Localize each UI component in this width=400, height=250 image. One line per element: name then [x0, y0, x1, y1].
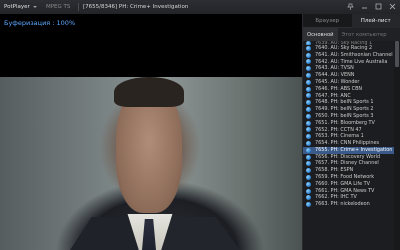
channel-globe-icon	[306, 107, 311, 113]
tab-playlist[interactable]: Плей-лист	[351, 14, 400, 28]
channel-globe-icon	[306, 147, 311, 153]
channel-globe-icon	[306, 175, 311, 181]
playlist-item-label: 7650. PH: beIN Sports 3	[315, 112, 374, 119]
channel-globe-icon	[306, 168, 311, 174]
playlist-item-label: 7662. PH: IHC TV	[315, 194, 357, 201]
playlist-item-label: 7646. PH: ABS CBN	[315, 85, 363, 92]
subtab-this-computer[interactable]: Этот компьютер	[338, 28, 391, 41]
playlist-item[interactable]: 7644. AU: VENN	[303, 72, 395, 79]
playlist-item[interactable]: 7645. AU: Wonder	[303, 79, 395, 86]
close-icon[interactable]	[388, 2, 397, 11]
channel-globe-icon	[306, 45, 311, 51]
app-name: PotPlayer	[4, 4, 30, 10]
channel-globe-icon	[306, 202, 311, 208]
playlist-item-label: 7657. PH: Disney Channel	[315, 160, 379, 167]
playlist-item-label: 7642. AU: Time Live Australia	[315, 58, 388, 65]
panel-tabs: Браузер Плей-лист	[303, 14, 400, 28]
playlist-item[interactable]: 7660. PH: GMA Life TV	[303, 181, 395, 188]
stream-format: MPEG TS	[46, 4, 71, 10]
pin-icon[interactable]	[346, 2, 355, 11]
playlist-item-label: 7659. PH: Food Network	[315, 174, 375, 181]
channel-globe-icon	[306, 141, 311, 147]
video-content	[158, 217, 240, 250]
channel-globe-icon	[306, 86, 311, 92]
playlist-item[interactable]: 7640. AU: Sky Racing 2	[303, 45, 395, 52]
playlist-item-label: 7648. PH: beIN Sports 1	[315, 99, 374, 106]
channel-globe-icon	[306, 188, 311, 194]
video-area[interactable]: Буферизация : 100%	[0, 14, 302, 250]
title-bar: PotPlayer MPEG TS [7655/8346] PH: Crime+…	[0, 0, 400, 14]
buffering-status: Буферизация : 100%	[4, 19, 76, 27]
playlist-item[interactable]: 7655. PH: Crime+ Investigation	[303, 146, 395, 154]
playlist-scrollbar[interactable]	[394, 41, 400, 250]
channel-globe-icon	[306, 195, 311, 201]
playlist-item-label: 7653. PH: Cinema 1	[315, 133, 364, 140]
channel-globe-icon	[306, 59, 311, 65]
playlist-item-label: 7658. PH: ESPN	[315, 167, 354, 174]
playlist-item-label: 7651. PH: Bloomberg TV	[315, 119, 375, 126]
playlist-item-label: 7645. AU: Wonder	[315, 78, 360, 85]
playlist-item-label: 7663. PH: nickelodeon	[315, 201, 370, 208]
playlist-item[interactable]: 7654. PH: CNN Philippines	[303, 140, 395, 147]
playlist-item-label: 7647. PH: ANC	[315, 92, 351, 99]
channel-globe-icon	[306, 154, 311, 160]
playlist-item[interactable]: 7659. PH: Food Network	[303, 174, 395, 181]
playlist-item[interactable]: 7650. PH: beIN Sports 3	[303, 113, 395, 120]
tab-browser[interactable]: Браузер	[303, 14, 352, 28]
playlist-item[interactable]: 7641. AU: Smithsonian Channel	[303, 52, 395, 59]
channel-globe-icon	[306, 79, 311, 85]
channel-globe-icon	[306, 134, 311, 140]
channel-globe-icon	[306, 100, 311, 106]
playlist-item[interactable]: 7663. PH: nickelodeon	[303, 201, 395, 208]
playlist-panel: Браузер Плей-лист Основной Этот компьюте…	[302, 14, 400, 250]
channel-globe-icon	[306, 127, 311, 133]
channel-globe-icon	[306, 181, 311, 187]
channel-globe-icon	[306, 161, 311, 167]
playlist-item-label: 7640. AU: Sky Racing 2	[315, 44, 373, 51]
window-title: [7655/8346] PH: Crime+ Investigation	[83, 4, 189, 10]
video-frame[interactable]	[0, 77, 302, 250]
video-content	[114, 77, 184, 107]
scrollbar-thumb[interactable]	[395, 41, 399, 67]
playlist-item[interactable]: 7646. PH: ABS CBN	[303, 86, 395, 93]
playlist-item-label: 7652. PH: CCTN 47	[315, 126, 362, 133]
playlist-item-label: 7654. PH: CNN Philippines	[315, 140, 380, 147]
channel-globe-icon	[306, 120, 311, 126]
playlist-item-label: 7649. PH: beIN Sports 2	[315, 106, 374, 113]
channel-globe-icon	[306, 41, 311, 45]
channel-globe-icon	[306, 73, 311, 79]
channel-globe-icon	[306, 93, 311, 99]
playlist-list: 7639. AU: Sky Racing 1 7640. AU: Sky Raci…	[303, 41, 395, 250]
divider	[78, 3, 79, 11]
channel-globe-icon	[306, 113, 311, 119]
channel-globe-icon	[306, 52, 311, 58]
app-menu-button[interactable]: PotPlayer	[0, 4, 46, 10]
maximize-icon[interactable]	[374, 2, 383, 11]
playlist-item-label: 7660. PH: GMA Life TV	[315, 180, 370, 187]
playlist-item-label: 7643. AU: TVSN	[315, 65, 354, 72]
playlist-subtabs: Основной Этот компьютер	[303, 28, 400, 41]
playlist-item-label: 7656. PH: Discovery World	[315, 153, 381, 160]
subtab-main[interactable]: Основной	[303, 28, 338, 41]
channel-globe-icon	[306, 66, 311, 72]
playlist-item-label: 7641. AU: Smithsonian Channel	[315, 51, 393, 58]
chevron-down-icon	[32, 6, 37, 8]
playlist-item-label: 7661. PH: GMA News TV	[315, 187, 375, 194]
window-controls	[346, 2, 397, 11]
playlist-item[interactable]: 7649. PH: beIN Sports 2	[303, 106, 395, 113]
minimize-icon[interactable]	[360, 2, 369, 11]
playlist-item-label: 7644. AU: VENN	[315, 72, 355, 79]
playlist-item[interactable]: 7651. PH: Bloomberg TV	[303, 120, 395, 127]
playlist-item-label: 7655. PH: Crime+ Investigation	[315, 146, 393, 153]
